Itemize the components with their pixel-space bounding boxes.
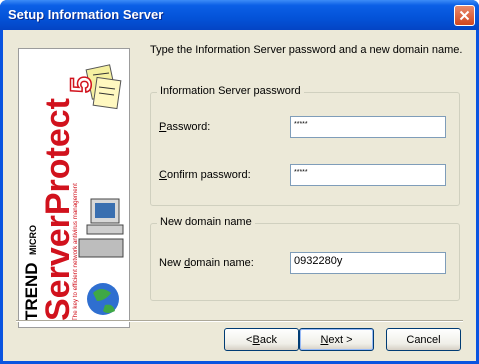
confirm-password-label: Confirm password:	[159, 169, 251, 181]
button-divider	[16, 320, 463, 322]
setup-dialog: Setup Information Server TREND MICRO Ser…	[0, 0, 479, 364]
password-field[interactable]: *****	[290, 116, 446, 138]
domain-name-label: New domain name:	[159, 257, 254, 269]
next-label-accel: N	[320, 333, 329, 346]
password-group-title: Information Server password	[157, 85, 304, 97]
domain-group: New domain name New domain name: 0932280…	[150, 216, 460, 301]
domain-label-pre: New	[159, 257, 185, 269]
next-label-text: ext >	[328, 333, 353, 346]
next-button[interactable]: Next >	[299, 328, 374, 351]
back-label-accel: B	[252, 333, 260, 346]
product-banner: TREND MICRO ServerProtect The key to eff…	[18, 48, 130, 328]
dialog-body: TREND MICRO ServerProtect The key to eff…	[3, 30, 476, 361]
window-title: Setup Information Server	[8, 7, 164, 22]
domain-label-text: omain name:	[190, 257, 254, 269]
title-bar[interactable]: Setup Information Server	[0, 0, 479, 30]
product-version: 5	[65, 76, 98, 93]
serverprotect-logo: TREND MICRO ServerProtect The key to eff…	[19, 49, 129, 327]
product-tagline: The key to efficient network antivirus m…	[72, 183, 79, 321]
cancel-button[interactable]: Cancel	[386, 328, 461, 351]
brand-sub: MICRO	[28, 225, 38, 255]
back-button[interactable]: < Back	[224, 328, 299, 351]
domain-group-title: New domain name	[157, 216, 255, 228]
globe-icon	[87, 283, 119, 315]
password-label-text: assword:	[166, 121, 211, 133]
close-icon	[459, 10, 470, 21]
password-group: Information Server password Password: **…	[150, 85, 460, 206]
close-button[interactable]	[454, 5, 475, 26]
cancel-label: Cancel	[406, 333, 441, 346]
password-label: Password:	[159, 121, 210, 133]
confirm-label-text: onfirm password:	[166, 169, 251, 181]
instructions-text: Type the Information Server password and…	[150, 44, 463, 56]
confirm-label-accel: C	[159, 169, 167, 181]
confirm-password-field[interactable]: *****	[290, 164, 446, 186]
back-label-text: ack	[259, 333, 277, 346]
domain-name-field[interactable]: 0932280y	[290, 252, 446, 274]
